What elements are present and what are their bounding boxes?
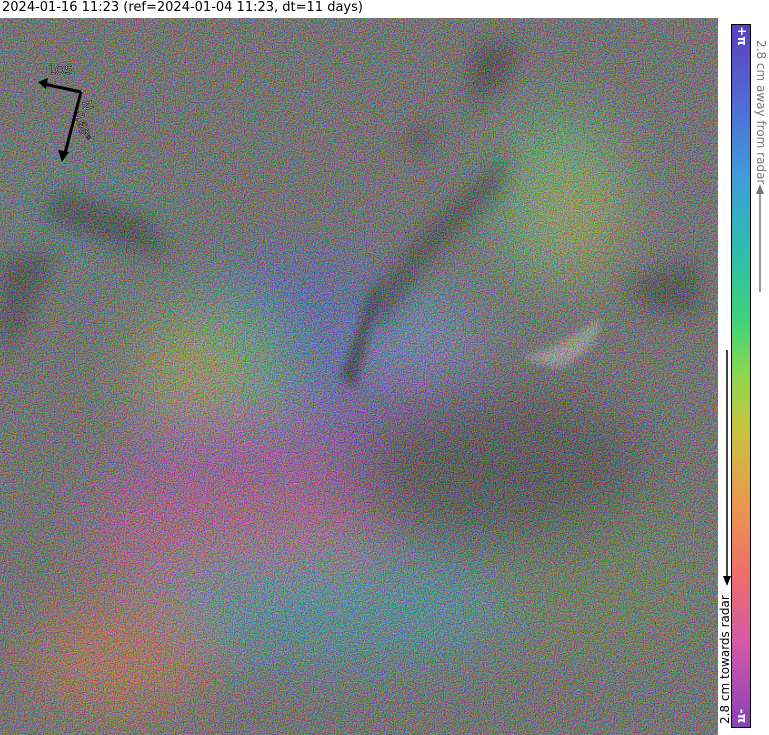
- away-arrow-head-icon: [756, 184, 764, 194]
- los-compass: LOS N -168°: [38, 63, 95, 162]
- heading-label: -168°: [71, 107, 93, 143]
- interferogram-map: LOS N -168°: [0, 18, 718, 735]
- los-label: LOS: [49, 63, 72, 77]
- towards-arrow: [723, 350, 731, 586]
- los-arrow: [43, 82, 82, 94]
- phase-colorbar: +π -π: [731, 24, 751, 728]
- colorbar-bottom-label: -π: [735, 708, 749, 724]
- away-from-radar-label: 2.8 cm away from radar: [754, 40, 768, 185]
- towards-radar-label: 2.8 cm towards radar: [718, 595, 732, 724]
- north-arrow-head-icon: [58, 150, 69, 162]
- colorbar-top-label: +π: [735, 26, 749, 46]
- image-title: 2024-01-16 11:23 (ref=2024-01-04 11:23, …: [2, 0, 363, 15]
- interferogram-image: [0, 18, 718, 735]
- towards-arrow-head-icon: [723, 576, 731, 586]
- los-arrow-head-icon: [38, 78, 48, 89]
